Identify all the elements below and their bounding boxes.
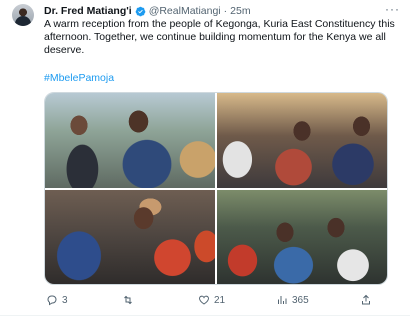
separator-dot: ·: [223, 5, 228, 17]
retweet-icon: [124, 295, 132, 305]
tweet-card[interactable]: Dr. Fred Matiang'i @RealMatiangi · 25m ·…: [0, 0, 410, 316]
share-icon: [362, 294, 370, 305]
photo-crowd-3[interactable]: [45, 189, 215, 284]
views-count: 365: [292, 294, 309, 306]
views-button[interactable]: 365: [276, 294, 309, 306]
photo-crowd-4[interactable]: [217, 189, 387, 284]
share-button[interactable]: [360, 294, 376, 306]
author-name[interactable]: Dr. Fred Matiang'i: [44, 5, 132, 17]
reply-count: 3: [62, 294, 68, 306]
reply-icon: [47, 295, 57, 306]
tweet-header: Dr. Fred Matiang'i @RealMatiangi · 25m: [44, 4, 251, 18]
reply-button[interactable]: 3: [46, 294, 68, 306]
photo-crowd-1[interactable]: [45, 93, 215, 188]
timestamp[interactable]: 25m: [230, 5, 250, 17]
hashtag-link[interactable]: #MbelePamoja: [44, 72, 114, 84]
retweet-button[interactable]: [122, 294, 138, 306]
tweet-text: A warm reception from the people of Kego…: [44, 18, 395, 56]
avatar[interactable]: [12, 4, 34, 26]
like-count: 21: [214, 294, 226, 306]
verified-badge-icon: [135, 6, 145, 16]
more-options-icon[interactable]: ···: [385, 2, 400, 16]
like-button[interactable]: 21: [198, 294, 225, 306]
action-bar: 3 21 365: [44, 292, 394, 308]
views-icon: [278, 296, 287, 304]
photo-crowd-2[interactable]: [217, 93, 387, 188]
author-handle[interactable]: @RealMatiangi: [149, 5, 221, 17]
media-grid: [44, 92, 388, 285]
heart-icon: [199, 295, 209, 305]
